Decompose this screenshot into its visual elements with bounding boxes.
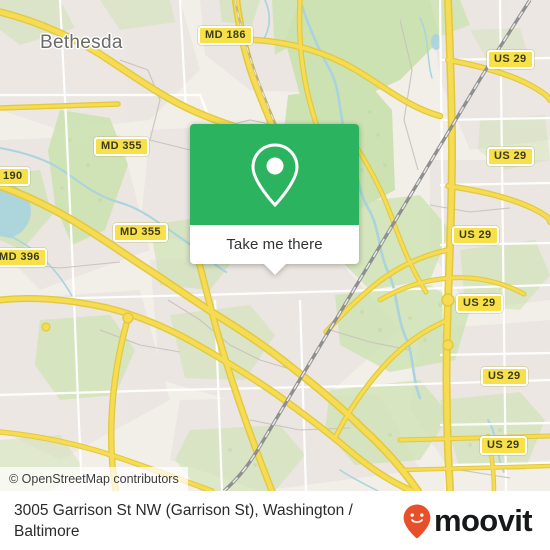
popup-pin-panel bbox=[190, 124, 359, 225]
highway-shield-md-186[interactable]: MD 186 bbox=[198, 26, 253, 45]
location-pin-icon bbox=[250, 142, 299, 207]
moovit-smiley-pin-icon bbox=[403, 504, 431, 538]
map-canvas[interactable]: Bethesda MD 186 US 29 MD 355 US 29 190 M… bbox=[0, 0, 550, 491]
highway-shield-us-29-4[interactable]: US 29 bbox=[456, 294, 503, 313]
popup-tail bbox=[263, 264, 286, 275]
map-attribution[interactable]: © OpenStreetMap contributors bbox=[0, 467, 188, 491]
highway-shield-md-355-1[interactable]: MD 355 bbox=[94, 137, 149, 156]
popup-action-panel[interactable]: Take me there bbox=[190, 225, 359, 264]
attribution-text: © OpenStreetMap contributors bbox=[9, 472, 179, 486]
place-label-bethesda: Bethesda bbox=[40, 32, 123, 53]
moovit-wordmark: moovit bbox=[433, 503, 533, 538]
location-title: 3005 Garrison St NW (Garrison St), Washi… bbox=[14, 501, 353, 540]
highway-shield-us-29-6[interactable]: US 29 bbox=[480, 436, 527, 455]
take-me-there-button[interactable]: Take me there bbox=[226, 236, 322, 253]
footer-content: 3005 Garrison St NW (Garrison St), Washi… bbox=[0, 491, 550, 550]
highway-shield-us-29-2[interactable]: US 29 bbox=[487, 147, 534, 166]
map-marker-popup[interactable]: Take me there bbox=[190, 124, 359, 275]
highway-shield-md-355-2[interactable]: MD 355 bbox=[113, 223, 168, 242]
highway-shield-us-29-1[interactable]: US 29 bbox=[487, 50, 534, 69]
moovit-map-screenshot: Bethesda MD 186 US 29 MD 355 US 29 190 M… bbox=[0, 0, 550, 550]
moovit-brand: moovit bbox=[402, 503, 536, 539]
highway-shield-190[interactable]: 190 bbox=[0, 167, 30, 186]
footer-bar: 3005 Garrison St NW (Garrison St), Washi… bbox=[0, 491, 550, 550]
highway-shield-us-29-3[interactable]: US 29 bbox=[452, 226, 499, 245]
highway-shield-md-396[interactable]: MD 396 bbox=[0, 248, 47, 267]
highway-shield-us-29-5[interactable]: US 29 bbox=[481, 367, 528, 386]
